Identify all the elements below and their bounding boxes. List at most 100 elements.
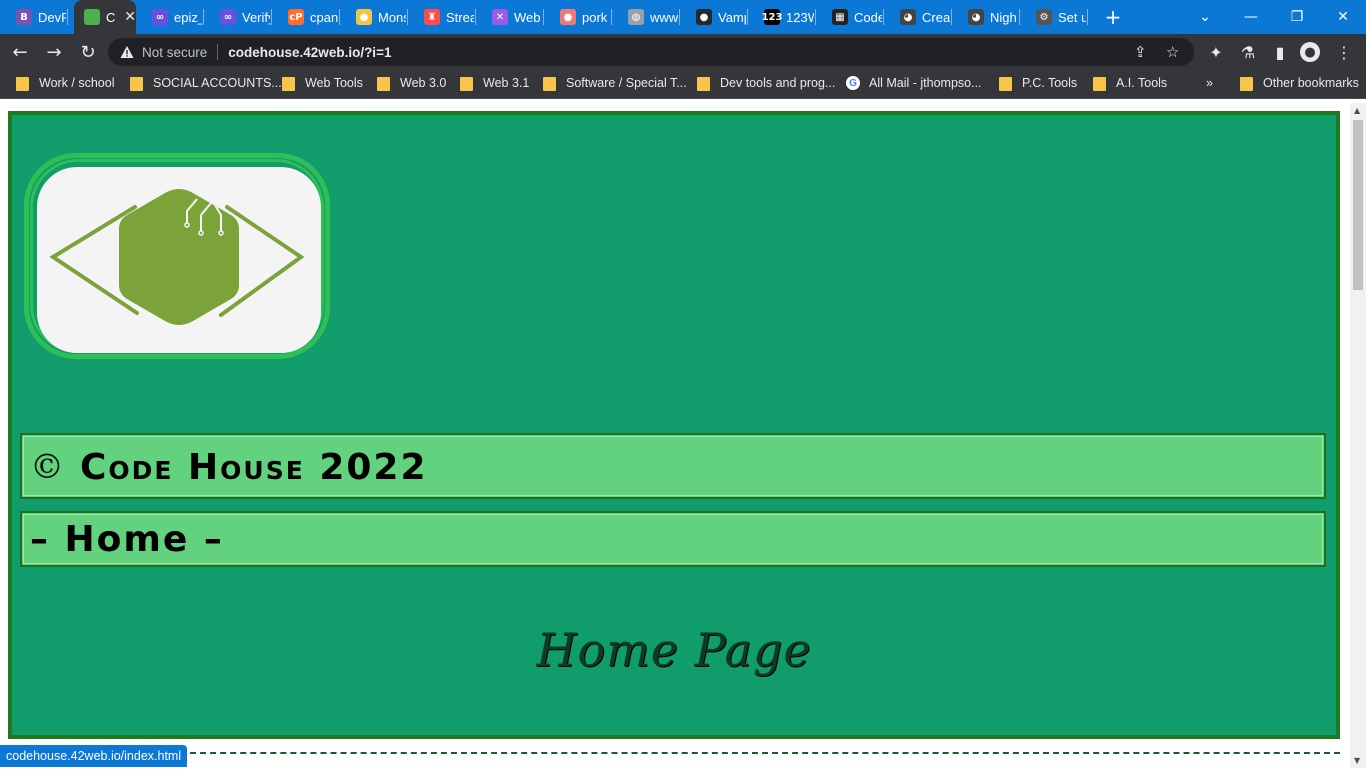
github-icon: ● xyxy=(696,9,712,25)
browser-tab[interactable]: ● pork xyxy=(544,0,612,34)
dashed-divider xyxy=(180,752,1340,774)
browser-tab[interactable]: ◕ Nigh xyxy=(952,0,1020,34)
tab-close-icon[interactable]: ✕ xyxy=(124,9,136,25)
bookmark-folder[interactable]: A.I. Tools xyxy=(1093,76,1167,91)
nav-home-link[interactable]: – Home – xyxy=(30,519,224,560)
browser-tab[interactable]: ● Vamp xyxy=(680,0,748,34)
nav-banner: – Home – xyxy=(20,511,1326,567)
bookmark-folder[interactable]: Software / Special T... xyxy=(543,76,687,91)
browser-tab[interactable]: ● Mons xyxy=(340,0,408,34)
folder-icon xyxy=(282,77,295,91)
tab-title: Nigh xyxy=(990,9,1017,25)
browser-tab[interactable]: ∞ epiz_ xyxy=(136,0,204,34)
minimize-icon: — xyxy=(1244,9,1258,25)
bookmark-star-icon[interactable]: ☆ xyxy=(1166,43,1179,61)
monsido-icon: ● xyxy=(356,9,372,25)
tab-title: Verify xyxy=(242,9,270,25)
code-eye-logo-icon xyxy=(49,189,305,325)
bookmark-folder[interactable]: Work / school xyxy=(16,76,115,91)
forward-button[interactable]: → xyxy=(40,38,68,66)
address-bar[interactable]: Not secure codehouse.42web.io/?i=1 ⇪ ☆ xyxy=(108,38,1194,66)
tab-title: Creat xyxy=(922,9,950,25)
tab-title: Web xyxy=(514,9,541,25)
bookmarks-bar: » Other bookmarks Work / school SOCIAL AC… xyxy=(0,70,1366,99)
tab-title: pork xyxy=(582,9,608,25)
back-button[interactable]: ← xyxy=(6,38,34,66)
security-status[interactable]: Not secure xyxy=(142,45,207,60)
tab-title: Code xyxy=(854,9,882,25)
folder-icon xyxy=(377,77,390,91)
url-text[interactable]: codehouse.42web.io/?i=1 xyxy=(228,45,391,60)
scrollbar-thumb[interactable] xyxy=(1353,120,1363,290)
vertical-scrollbar[interactable]: ▲ ▼ xyxy=(1350,103,1366,768)
tab-title: www. xyxy=(650,9,678,25)
warning-icon xyxy=(120,46,134,58)
folder-icon xyxy=(460,77,473,91)
browser-tab[interactable]: 123 123W xyxy=(748,0,816,34)
browser-tab[interactable]: ♜ Strea xyxy=(408,0,476,34)
labs-flask-icon[interactable]: ⚗ xyxy=(1238,42,1258,62)
site-logo[interactable] xyxy=(37,167,321,353)
bookmark-label: Other bookmarks xyxy=(1263,76,1359,90)
bookmark-label: Web 3.0 xyxy=(400,76,447,90)
123-icon: 123 xyxy=(762,9,782,25)
other-bookmarks-folder[interactable]: Other bookmarks xyxy=(1240,76,1359,91)
browser-tab[interactable]: ◕ Creat xyxy=(884,0,952,34)
side-panel-icon[interactable]: ▮ xyxy=(1270,42,1290,62)
browser-tab[interactable]: ✕ Web xyxy=(476,0,544,34)
tab-title: DevF xyxy=(38,9,66,25)
browser-tab[interactable]: ▦ Code xyxy=(816,0,884,34)
bookmarks-overflow-button[interactable]: » xyxy=(1206,76,1213,90)
bootstrap-icon: B xyxy=(16,9,32,25)
browser-toolbar: ← → ↻ Not secure codehouse.42web.io/?i=1… xyxy=(0,34,1366,70)
folder-icon xyxy=(697,77,710,91)
browser-tab[interactable]: ⚙ Set u xyxy=(1020,0,1088,34)
browser-tab[interactable]: C ✕ xyxy=(74,0,136,34)
browser-tab[interactable]: cP cpan xyxy=(272,0,340,34)
browser-tab[interactable]: ∞ Verify xyxy=(204,0,272,34)
tab-title: cpan xyxy=(310,9,338,25)
bookmark-label: SOCIAL ACCOUNTS... xyxy=(153,76,282,90)
menu-kebab-icon[interactable]: ⋮ xyxy=(1334,42,1354,62)
infinityfree-icon: ∞ xyxy=(220,9,236,25)
bookmark-link[interactable]: G All Mail - jthompso... xyxy=(846,76,982,90)
bookmark-label: Software / Special T... xyxy=(566,76,687,90)
tool-icon: ⚙ xyxy=(1036,9,1052,25)
new-tab-button[interactable]: + xyxy=(1098,2,1128,32)
globe-icon: ◍ xyxy=(628,9,644,25)
bookmark-folder[interactable]: SOCIAL ACCOUNTS... xyxy=(130,76,282,91)
bookmark-label: All Mail - jthompso... xyxy=(869,76,982,90)
bookmark-folder[interactable]: Web 3.1 xyxy=(460,76,530,91)
page-container: © Code House 2022 – Home – Home Page xyxy=(8,111,1340,739)
share-icon[interactable]: ⇪ xyxy=(1134,43,1147,61)
window-close-button[interactable]: ✕ xyxy=(1320,0,1366,34)
tab-search-button[interactable]: ⌄ xyxy=(1182,0,1228,34)
tab-title: C xyxy=(106,9,116,25)
tab-title: 123W xyxy=(786,9,814,25)
browser-tab[interactable]: ◍ www. xyxy=(612,0,680,34)
reload-icon: ↻ xyxy=(80,41,96,63)
profile-avatar-icon[interactable]: ● xyxy=(1300,42,1320,62)
bookmark-folder[interactable]: P.C. Tools xyxy=(999,76,1078,91)
bookmark-label: P.C. Tools xyxy=(1022,76,1078,90)
minimize-button[interactable]: — xyxy=(1228,0,1274,34)
tab-title: Set u xyxy=(1058,9,1086,25)
tab-title: epiz_ xyxy=(174,9,202,25)
close-icon: ✕ xyxy=(1337,9,1349,25)
cpanel-icon: cP xyxy=(288,9,304,25)
reload-button[interactable]: ↻ xyxy=(74,38,102,66)
bookmark-folder[interactable]: Web 3.0 xyxy=(377,76,447,91)
scroll-up-icon[interactable]: ▲ xyxy=(1354,106,1360,115)
tab-strip: BDevFC✕∞epiz_∞VerifycPcpan●Mons♜Strea✕We… xyxy=(0,0,1366,34)
bookmark-folder[interactable]: Web Tools xyxy=(282,76,363,91)
folder-icon xyxy=(1093,77,1106,91)
bookmark-label: Web 3.1 xyxy=(483,76,530,90)
scroll-down-icon[interactable]: ▼ xyxy=(1354,756,1360,765)
browser-tab[interactable]: B DevF xyxy=(0,0,68,34)
web3-icon: ✕ xyxy=(492,9,508,25)
chevron-down-icon: ⌄ xyxy=(1199,9,1211,25)
page-title: Home Page xyxy=(536,623,812,677)
bookmark-folder[interactable]: Dev tools and prog... xyxy=(697,76,835,91)
restore-button[interactable]: ❐ xyxy=(1274,0,1320,34)
extensions-icon[interactable]: ✦ xyxy=(1206,42,1226,62)
